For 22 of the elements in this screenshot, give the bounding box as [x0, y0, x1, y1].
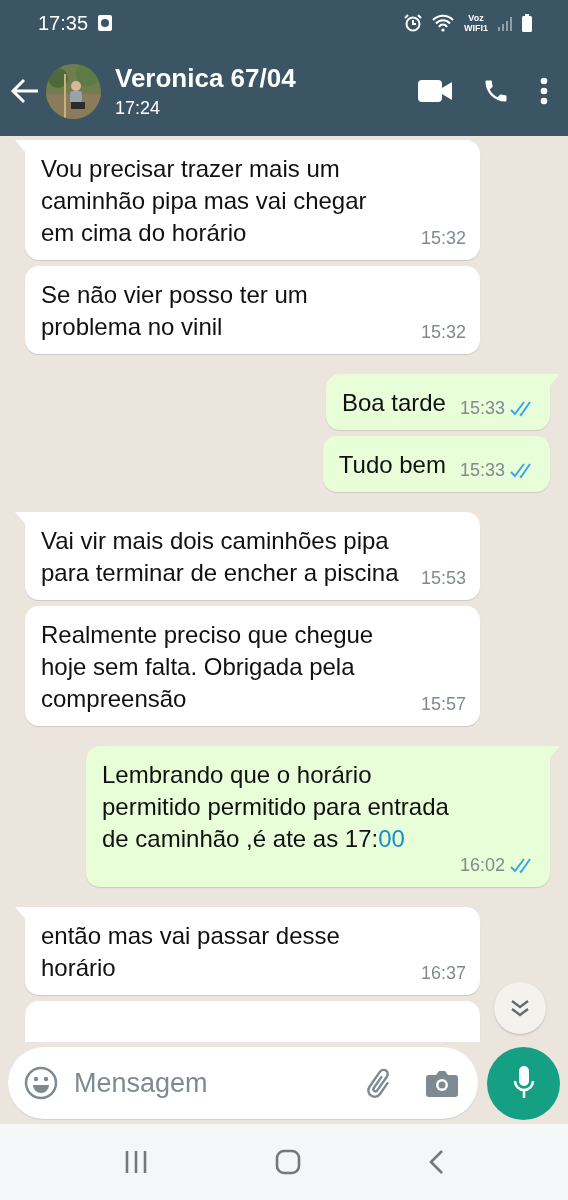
message-time: 15:33 — [459, 460, 505, 481]
message-text: Lembrando que o horário permitido permitido para entrada de caminhão ,é ate as 17:00 — [102, 760, 449, 854]
message-field[interactable]: Mensagem — [8, 1047, 478, 1119]
message-text: Vai vir mais dois caminhões pipa para terminar de encher a piscina — [41, 526, 399, 588]
message-time: 16:37 — [420, 963, 466, 984]
last-seen: 17:24 — [115, 98, 162, 119]
message-text: Tudo bem — [338, 450, 446, 480]
contact-name[interactable]: Veronica 67/04 — [115, 63, 388, 94]
message-time: 15:32 — [420, 228, 466, 249]
message-text: Boa tarde — [341, 388, 446, 418]
message-text: Vou precisar trazer mais um caminhão pipa mas vai chegar em cima do horário — [41, 154, 367, 248]
message-time: 15:57 — [420, 694, 466, 715]
message-text: então mas vai passar desse horário — [41, 921, 340, 983]
message-time: 15:32 — [420, 322, 466, 343]
status-time: 17:35 — [38, 11, 89, 35]
message-input[interactable]: Mensagem — [72, 1066, 348, 1100]
message-time: 15:53 — [420, 568, 466, 589]
message-text: Realmente preciso que chegue hoje sem falta. Obrigada pela compreensão — [41, 620, 374, 714]
message-time: 15:33 — [459, 398, 505, 419]
network-label: Voz WIFI1 — [464, 13, 488, 33]
message-time: 16:02 — [459, 855, 505, 876]
message-text: Se não vier posso ter um problema no vinil — [41, 280, 308, 342]
